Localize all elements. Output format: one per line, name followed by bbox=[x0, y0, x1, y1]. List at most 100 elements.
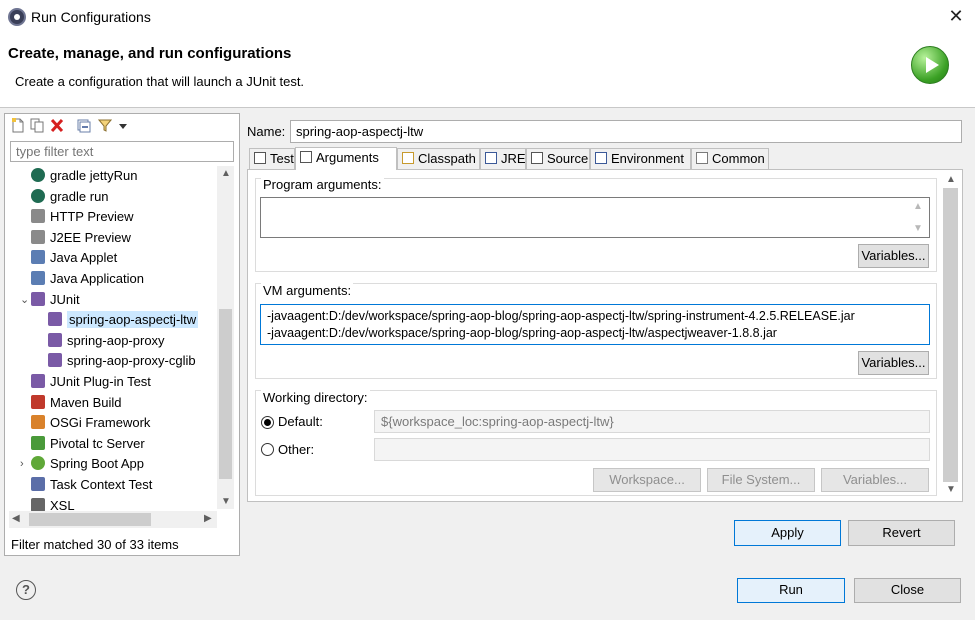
tree-item-label: gradle jettyRun bbox=[50, 168, 138, 183]
scroll-down-arrow-icon[interactable]: ▼ bbox=[221, 496, 231, 507]
config-name-input[interactable]: spring-aop-aspectj-ltw bbox=[290, 120, 962, 143]
tree-item[interactable]: Maven Build bbox=[31, 393, 122, 413]
revert-button[interactable]: Revert bbox=[848, 520, 955, 546]
tree-item[interactable]: JUnit Plug-in Test bbox=[31, 372, 151, 392]
tab-label: Environment bbox=[611, 151, 684, 166]
junit-plugin-icon bbox=[31, 374, 45, 388]
tab-label: JRE bbox=[501, 151, 526, 166]
program-args-scroll-up-icon[interactable]: ▲ bbox=[913, 201, 923, 212]
collapsed-chevron-icon[interactable]: › bbox=[20, 454, 24, 474]
tree-item[interactable]: spring-aop-aspectj-ltw bbox=[48, 310, 199, 330]
program-args-scroll-down-icon[interactable]: ▼ bbox=[913, 223, 923, 234]
title-bar: Run Configurations ✕ bbox=[0, 0, 975, 34]
close-window-icon[interactable]: ✕ bbox=[945, 5, 967, 27]
tree-item-label: gradle run bbox=[50, 188, 109, 204]
tab-environment[interactable]: Environment bbox=[590, 148, 691, 170]
arguments-vertical-scrollbar[interactable]: ▲ ▼ bbox=[942, 172, 959, 498]
junit-icon bbox=[48, 353, 62, 368]
duplicate-icon[interactable] bbox=[30, 118, 44, 133]
tree-item[interactable]: spring-aop-proxy bbox=[48, 331, 165, 351]
delete-icon[interactable] bbox=[50, 118, 64, 133]
tree-vertical-scroll-thumb[interactable] bbox=[219, 309, 232, 479]
apply-button[interactable]: Apply bbox=[734, 520, 841, 546]
tab-arguments[interactable]: Arguments bbox=[295, 147, 397, 170]
expanded-chevron-icon[interactable]: ⌄ bbox=[20, 290, 29, 310]
file-system-button[interactable]: File System... bbox=[707, 468, 815, 492]
arguments-scroll-down-icon[interactable]: ▼ bbox=[946, 484, 956, 495]
tree-item-label: XSL bbox=[50, 497, 75, 511]
java-application-icon bbox=[31, 271, 45, 285]
arguments-scroll-up-icon[interactable]: ▲ bbox=[946, 174, 956, 185]
vm-argument-line: -javaagent:D:/dev/workspace/spring-aop-b… bbox=[267, 326, 777, 340]
test-tab-icon bbox=[254, 152, 266, 164]
task-context-icon bbox=[31, 477, 45, 491]
program-arguments-input[interactable] bbox=[260, 197, 930, 238]
tree-item[interactable]: gradle run bbox=[31, 187, 109, 207]
vm-args-variables-button[interactable]: Variables... bbox=[858, 351, 929, 375]
other-radio[interactable] bbox=[261, 443, 274, 456]
eclipse-app-icon bbox=[8, 8, 26, 26]
tree-item[interactable]: › Spring Boot App bbox=[20, 454, 144, 474]
banner-title: Create, manage, and run configurations bbox=[8, 45, 292, 62]
name-label: Name: bbox=[247, 124, 286, 139]
tree-vertical-scrollbar[interactable]: ▲ ▼ bbox=[217, 166, 234, 509]
filter-input[interactable] bbox=[10, 141, 234, 162]
new-config-icon[interactable] bbox=[11, 118, 25, 133]
help-icon[interactable]: ? bbox=[16, 580, 36, 600]
osgi-icon bbox=[31, 415, 45, 430]
tree-horizontal-scrollbar[interactable]: ◀ ▶ bbox=[9, 511, 217, 528]
workspace-button[interactable]: Workspace... bbox=[593, 468, 701, 492]
tree-item[interactable]: ⌄ JUnit bbox=[20, 290, 80, 310]
collapse-all-icon[interactable] bbox=[77, 118, 91, 133]
tree-item-label: spring-aop-proxy bbox=[67, 332, 165, 348]
tab-common[interactable]: Common bbox=[691, 148, 769, 170]
working-dir-variables-button[interactable]: Variables... bbox=[821, 468, 929, 492]
tree-item[interactable]: Pivotal tc Server bbox=[31, 434, 145, 454]
j2ee-preview-icon bbox=[31, 229, 45, 244]
xsl-icon bbox=[31, 497, 45, 511]
view-menu-icon[interactable] bbox=[118, 118, 128, 133]
filter-icon[interactable] bbox=[98, 118, 112, 133]
junit-icon bbox=[48, 312, 62, 327]
tab-label: Common bbox=[712, 151, 765, 166]
program-args-variables-button[interactable]: Variables... bbox=[858, 244, 929, 268]
default-radio[interactable] bbox=[261, 416, 274, 429]
tree-item-label: Maven Build bbox=[50, 394, 122, 410]
scroll-left-arrow-icon[interactable]: ◀ bbox=[12, 513, 20, 524]
tab-classpath[interactable]: Classpath bbox=[397, 148, 480, 170]
dialog-banner: Create, manage, and run configurations C… bbox=[0, 34, 975, 108]
tree-item[interactable]: Task Context Test bbox=[31, 475, 152, 495]
tree-item[interactable]: gradle jettyRun bbox=[31, 166, 137, 186]
source-tab-icon bbox=[531, 152, 543, 164]
tree-item[interactable]: Java Applet bbox=[31, 248, 117, 268]
run-button[interactable]: Run bbox=[737, 578, 845, 603]
default-directory-field: ${workspace_loc:spring-aop-aspectj-ltw} bbox=[374, 410, 930, 433]
spring-boot-icon bbox=[31, 456, 45, 471]
configuration-tree-panel: gradle jettyRun gradle run HTTP Preview J2E… bbox=[4, 113, 240, 556]
other-directory-field[interactable] bbox=[374, 438, 930, 461]
working-directory-label: Working directory: bbox=[261, 390, 370, 405]
tab-test[interactable]: Test bbox=[249, 148, 295, 170]
vm-arguments-input[interactable]: -javaagent:D:/dev/workspace/spring-aop-b… bbox=[260, 304, 930, 345]
other-radio-label: Other: bbox=[278, 442, 315, 457]
tree-item-label: JUnit Plug-in Test bbox=[50, 374, 151, 389]
arguments-scroll-thumb[interactable] bbox=[943, 188, 958, 482]
tree-horizontal-scroll-thumb[interactable] bbox=[29, 513, 151, 526]
tree-item[interactable]: Java Application bbox=[31, 269, 144, 289]
scroll-up-arrow-icon[interactable]: ▲ bbox=[221, 168, 231, 179]
tree-item[interactable]: J2EE Preview bbox=[31, 228, 131, 248]
tree-item-label: spring-aop-proxy-cglib bbox=[67, 353, 196, 369]
tree-item[interactable]: XSL bbox=[31, 496, 75, 511]
tree-item[interactable]: OSGi Framework bbox=[31, 413, 150, 433]
tree-item-label: OSGi Framework bbox=[50, 415, 151, 431]
close-button[interactable]: Close bbox=[854, 578, 961, 603]
arguments-tab-panel: Program arguments: ▲ ▼ Variables... VM a… bbox=[247, 169, 963, 502]
common-tab-icon bbox=[696, 152, 708, 164]
junit-icon bbox=[31, 291, 45, 306]
scroll-right-arrow-icon[interactable]: ▶ bbox=[204, 513, 212, 524]
environment-tab-icon bbox=[595, 152, 607, 164]
tab-jre[interactable]: JRE bbox=[480, 148, 526, 170]
tree-item[interactable]: HTTP Preview bbox=[31, 207, 134, 227]
tab-source[interactable]: Source bbox=[526, 148, 590, 170]
tree-item[interactable]: spring-aop-proxy-cglib bbox=[48, 351, 196, 371]
